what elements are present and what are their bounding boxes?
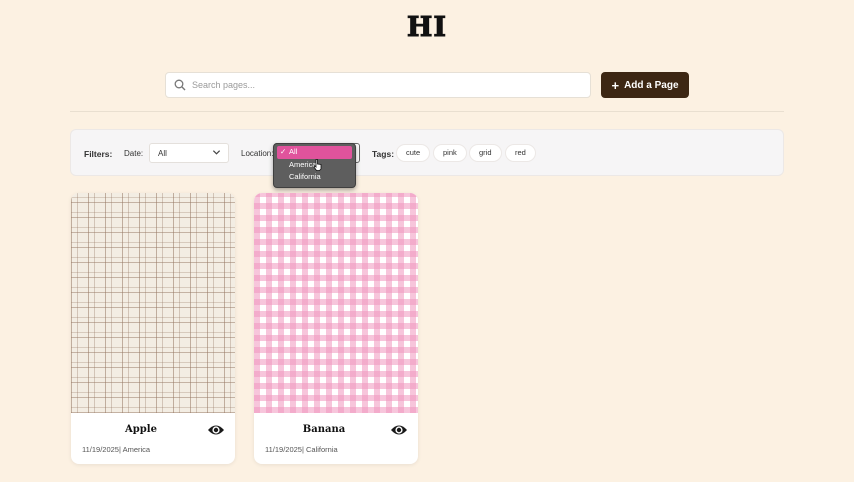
search-input[interactable] (192, 80, 572, 90)
date-filter-value: All (158, 149, 167, 158)
location-option-label: All (289, 147, 298, 156)
eye-icon[interactable] (390, 423, 408, 437)
card-title: Apple (125, 424, 157, 435)
page-card-apple[interactable]: Apple 11/19/2025| America (71, 193, 235, 464)
tag-cute[interactable]: cute (396, 144, 431, 162)
filters-label: Filters: (84, 149, 113, 159)
page-title: HI (406, 12, 448, 44)
tags-label: Tags: (372, 149, 395, 159)
add-page-label: Add a Page (624, 79, 679, 91)
divider (70, 111, 784, 112)
date-filter-select[interactable]: All (149, 143, 229, 163)
tag-red[interactable]: red (505, 144, 536, 162)
chevron-down-icon (212, 150, 221, 155)
filters-bar: Filters: Date: All Location: Tags: cute … (70, 129, 784, 176)
card-thumbnail (254, 193, 418, 413)
plus-icon: + (611, 77, 620, 93)
tag-grid[interactable]: grid (469, 144, 502, 162)
eye-icon[interactable] (207, 423, 225, 437)
card-title: Banana (302, 424, 346, 435)
location-filter-label: Location: (241, 149, 274, 158)
card-thumbnail (71, 193, 235, 413)
location-option-california[interactable]: California (277, 171, 352, 184)
location-option-label: California (289, 172, 321, 181)
search-bar[interactable] (165, 72, 591, 98)
search-icon (174, 79, 186, 91)
pointer-cursor-icon (313, 159, 322, 171)
location-option-all[interactable]: ✓ All (277, 146, 352, 159)
card-meta: 11/19/2025| California (265, 445, 338, 454)
card-meta: 11/19/2025| America (82, 445, 151, 454)
tag-pink[interactable]: pink (433, 144, 467, 162)
page-card-banana[interactable]: Banana 11/19/2025| California (254, 193, 418, 464)
add-page-button[interactable]: + Add a Page (601, 72, 689, 98)
check-icon: ✓ (280, 147, 287, 156)
date-filter-label: Date: (124, 149, 144, 158)
